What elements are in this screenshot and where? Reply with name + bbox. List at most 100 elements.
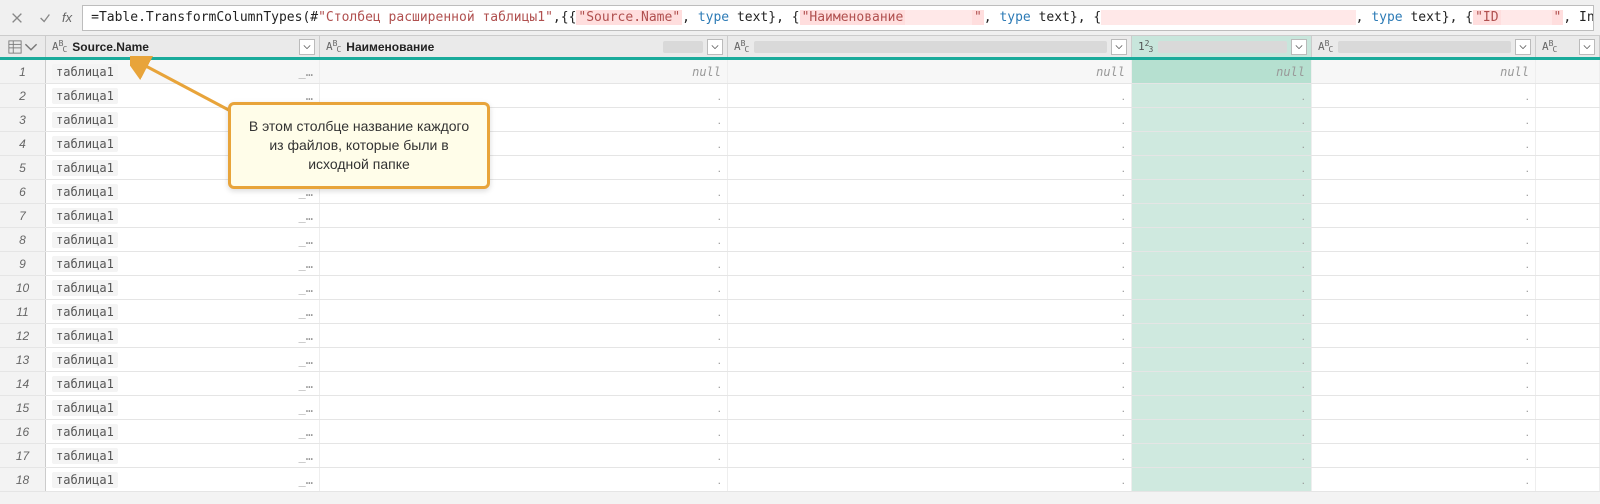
- cell-col-5[interactable]: .: [1312, 372, 1536, 395]
- cancel-formula-button[interactable]: [6, 7, 28, 29]
- cell-col-4[interactable]: .: [1132, 156, 1312, 179]
- cell-source-name[interactable]: таблица1_…: [46, 468, 320, 491]
- cell-col-5[interactable]: .: [1312, 228, 1536, 251]
- cell-col-2[interactable]: .: [320, 228, 728, 251]
- cell-col-4[interactable]: .: [1132, 132, 1312, 155]
- row-number[interactable]: 12: [0, 324, 46, 347]
- cell-col-2[interactable]: .: [320, 444, 728, 467]
- cell-source-name[interactable]: таблица1_…: [46, 348, 320, 371]
- cell-source-name[interactable]: таблица1_…: [46, 228, 320, 251]
- row-number[interactable]: 7: [0, 204, 46, 227]
- cell-col-5[interactable]: .: [1312, 348, 1536, 371]
- cell-col-3[interactable]: .: [728, 444, 1132, 467]
- row-number[interactable]: 1: [0, 60, 46, 83]
- cell-col-3[interactable]: .: [728, 324, 1132, 347]
- cell-col-3[interactable]: .: [728, 228, 1132, 251]
- cell-col-4[interactable]: .: [1132, 348, 1312, 371]
- cell-col-4[interactable]: .: [1132, 84, 1312, 107]
- cell-col-2[interactable]: .: [320, 348, 728, 371]
- cell-col-6[interactable]: [1536, 180, 1600, 203]
- cell-col-6[interactable]: [1536, 132, 1600, 155]
- cell-col-6[interactable]: [1536, 348, 1600, 371]
- cell-col-6[interactable]: [1536, 396, 1600, 419]
- cell-col-2[interactable]: .: [320, 420, 728, 443]
- cell-col-4[interactable]: .: [1132, 444, 1312, 467]
- cell-col-5[interactable]: .: [1312, 84, 1536, 107]
- cell-col-2[interactable]: .: [320, 396, 728, 419]
- cell-col-5[interactable]: .: [1312, 444, 1536, 467]
- cell-source-name[interactable]: таблица1_…: [46, 324, 320, 347]
- column-filter-button[interactable]: [299, 39, 315, 55]
- cell-source-name[interactable]: таблица1_…: [46, 420, 320, 443]
- row-number[interactable]: 5: [0, 156, 46, 179]
- cell-col-6[interactable]: [1536, 60, 1600, 83]
- cell-col-6[interactable]: [1536, 372, 1600, 395]
- cell-col-6[interactable]: [1536, 204, 1600, 227]
- confirm-formula-button[interactable]: [34, 7, 56, 29]
- cell-source-name[interactable]: таблица1_…: [46, 300, 320, 323]
- cell-col-2[interactable]: .: [320, 324, 728, 347]
- cell-col-5[interactable]: .: [1312, 108, 1536, 131]
- cell-col-5[interactable]: null: [1312, 60, 1536, 83]
- cell-col-4[interactable]: .: [1132, 468, 1312, 491]
- column-header-0[interactable]: ABC Source.Name: [46, 36, 320, 57]
- row-number[interactable]: 8: [0, 228, 46, 251]
- cell-col-2[interactable]: .: [320, 372, 728, 395]
- row-number[interactable]: 15: [0, 396, 46, 419]
- column-filter-button[interactable]: [1579, 39, 1595, 55]
- cell-source-name[interactable]: таблица1_…: [46, 252, 320, 275]
- column-filter-button[interactable]: [1291, 39, 1307, 55]
- cell-col-4[interactable]: .: [1132, 252, 1312, 275]
- cell-col-4[interactable]: .: [1132, 228, 1312, 251]
- cell-col-4[interactable]: .: [1132, 108, 1312, 131]
- cell-col-3[interactable]: .: [728, 468, 1132, 491]
- cell-col-4[interactable]: .: [1132, 276, 1312, 299]
- cell-col-6[interactable]: [1536, 444, 1600, 467]
- cell-col-4[interactable]: null: [1132, 60, 1312, 83]
- cell-col-3[interactable]: .: [728, 372, 1132, 395]
- column-header-2[interactable]: ABC: [728, 36, 1132, 57]
- cell-source-name[interactable]: таблица1_…: [46, 444, 320, 467]
- cell-col-4[interactable]: .: [1132, 396, 1312, 419]
- column-header-5[interactable]: ABC: [1536, 36, 1600, 57]
- column-filter-button[interactable]: [707, 39, 723, 55]
- row-number[interactable]: 16: [0, 420, 46, 443]
- row-number[interactable]: 2: [0, 84, 46, 107]
- cell-col-5[interactable]: .: [1312, 420, 1536, 443]
- row-number[interactable]: 13: [0, 348, 46, 371]
- cell-col-5[interactable]: .: [1312, 396, 1536, 419]
- cell-col-3[interactable]: .: [728, 420, 1132, 443]
- column-header-1[interactable]: ABC Наименование: [320, 36, 728, 57]
- cell-col-5[interactable]: .: [1312, 204, 1536, 227]
- cell-col-3[interactable]: .: [728, 180, 1132, 203]
- cell-col-2[interactable]: .: [320, 252, 728, 275]
- cell-col-6[interactable]: [1536, 84, 1600, 107]
- table-options-button[interactable]: [0, 36, 46, 57]
- cell-col-6[interactable]: [1536, 300, 1600, 323]
- cell-col-6[interactable]: [1536, 252, 1600, 275]
- cell-source-name[interactable]: таблица1_…: [46, 60, 320, 83]
- cell-col-3[interactable]: .: [728, 156, 1132, 179]
- cell-col-5[interactable]: .: [1312, 468, 1536, 491]
- column-filter-button[interactable]: [1515, 39, 1531, 55]
- row-number[interactable]: 18: [0, 468, 46, 491]
- cell-col-3[interactable]: null: [728, 60, 1132, 83]
- cell-col-4[interactable]: .: [1132, 420, 1312, 443]
- cell-col-6[interactable]: [1536, 324, 1600, 347]
- cell-col-3[interactable]: .: [728, 276, 1132, 299]
- cell-col-6[interactable]: [1536, 468, 1600, 491]
- row-number[interactable]: 4: [0, 132, 46, 155]
- cell-col-2[interactable]: .: [320, 300, 728, 323]
- column-header-3[interactable]: 123: [1132, 36, 1312, 57]
- column-header-4[interactable]: ABC: [1312, 36, 1536, 57]
- cell-col-6[interactable]: [1536, 228, 1600, 251]
- cell-col-6[interactable]: [1536, 108, 1600, 131]
- cell-col-4[interactable]: .: [1132, 372, 1312, 395]
- cell-col-3[interactable]: .: [728, 204, 1132, 227]
- cell-col-2[interactable]: .: [320, 276, 728, 299]
- cell-col-5[interactable]: .: [1312, 324, 1536, 347]
- row-number[interactable]: 9: [0, 252, 46, 275]
- row-number[interactable]: 11: [0, 300, 46, 323]
- cell-col-5[interactable]: .: [1312, 276, 1536, 299]
- cell-col-5[interactable]: .: [1312, 252, 1536, 275]
